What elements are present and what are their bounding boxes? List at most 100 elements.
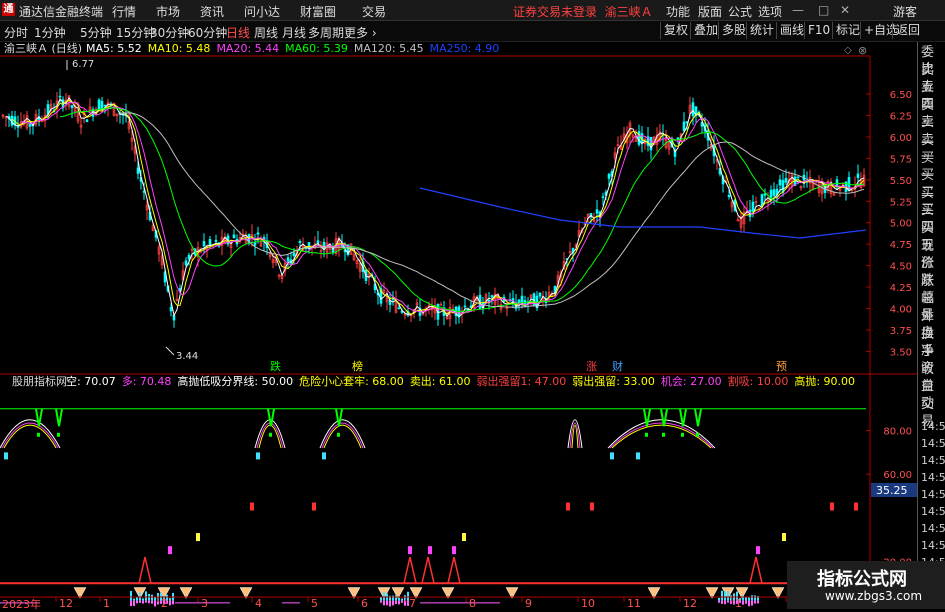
btn-mark[interactable]: 标记 — [832, 22, 860, 39]
menu-item-market[interactable]: 行情 — [112, 3, 136, 20]
btn-f10[interactable]: F10 — [804, 22, 830, 39]
close-icon[interactable]: ✕ — [840, 3, 850, 17]
btn-multistock[interactable]: 多股 — [718, 22, 746, 39]
month-tick: 11 — [627, 597, 641, 609]
event-marker[interactable]: 预 — [776, 360, 787, 373]
tf-multi[interactable]: 多周期 — [308, 24, 344, 41]
menu-item-layout[interactable]: 版面 — [698, 3, 722, 20]
btn-overlay[interactable]: 叠加 — [690, 22, 718, 39]
tf-daily[interactable]: 日线 — [226, 24, 250, 41]
candle-body — [184, 260, 188, 266]
price-tick: 5.75 — [890, 154, 912, 165]
indicator-label: 弱出强留: 33.00 — [572, 374, 655, 388]
menu-item-options[interactable]: 选项 — [758, 3, 782, 20]
side-time: 14:56 — [921, 522, 945, 535]
btn-stats[interactable]: 统计 — [746, 22, 774, 39]
btn-rights[interactable]: 复权 — [660, 22, 688, 39]
candle-body — [490, 295, 494, 298]
ma-header: MA5: 5.52 MA10: 5.48 MA20: 5.44 MA60: 5.39 M… — [86, 42, 499, 55]
indicator-label: 高抛: 90.00 — [794, 374, 855, 388]
indicator-tick: 60.00 — [883, 470, 912, 481]
candle-body — [292, 252, 296, 257]
restore-icon[interactable]: □ — [818, 3, 829, 17]
tf-weekly[interactable]: 周线 — [254, 24, 278, 41]
price-tick: 6.50 — [890, 90, 912, 101]
candle-body — [232, 234, 236, 239]
event-markers[interactable]: 跌榜涨财预 — [270, 359, 787, 373]
tf-5min[interactable]: 5分钟 — [80, 24, 112, 41]
month-tick: 5 — [311, 597, 318, 609]
event-marker[interactable]: 财 — [612, 359, 623, 373]
candle-body — [253, 242, 257, 246]
candle-body — [463, 305, 467, 308]
candle-body — [856, 173, 860, 178]
event-marker[interactable]: 榜 — [352, 359, 363, 373]
candle-body — [103, 104, 107, 107]
month-tick: 7 — [409, 597, 416, 609]
menu-item-markets[interactable]: 市场 — [156, 3, 180, 20]
candle-body — [70, 105, 74, 109]
tf-monthly[interactable]: 月线 — [282, 24, 306, 41]
candle-body — [136, 167, 140, 174]
candle-body — [760, 194, 764, 207]
tf-60min[interactable]: 60分钟 — [188, 24, 227, 41]
close-panel-icon[interactable]: ⊗ — [858, 44, 867, 57]
candle-body — [397, 307, 401, 310]
month-tick: 6 — [361, 597, 368, 609]
candle-body — [682, 121, 686, 132]
value-badge-text: 35.25 — [876, 484, 908, 497]
indicator-label: 机会: 27.00 — [661, 374, 722, 388]
tf-more[interactable]: 更多 › — [344, 24, 377, 41]
candle-body — [772, 189, 776, 196]
candle-body — [601, 196, 605, 198]
price-tick: 6.00 — [890, 133, 912, 144]
candle-body — [256, 232, 260, 235]
menu-item-wealth[interactable]: 财富圈 — [300, 3, 336, 20]
month-tick: 4 — [255, 597, 262, 609]
candle-body — [298, 241, 302, 243]
price-tick: 5.00 — [890, 219, 912, 230]
month-tick: 12 — [683, 597, 697, 609]
month-tick: 8 — [469, 597, 476, 609]
month-tick: 1 — [103, 597, 110, 609]
collapse-icon[interactable]: ◇ — [844, 45, 852, 56]
menu-bar: 通 通达信金融终端 行情 市场 资讯 问小达 财富圈 交易 证券交易未登录 渝三… — [0, 0, 945, 21]
minimize-icon[interactable]: — — [792, 3, 804, 17]
ma250-line — [419, 187, 867, 239]
tf-1min[interactable]: 1分钟 — [34, 24, 66, 41]
menu-item-news[interactable]: 资讯 — [200, 3, 224, 20]
main-title: 渝三峡Ａ (日线) — [4, 42, 82, 55]
menu-item-function[interactable]: 功能 — [666, 3, 690, 20]
quote-side-panel: 委比 卖五 卖四 卖三 卖二 卖一 买一 买二 买三 买四 买五 现价 涨跌 涨幅 总量 外盘 换手 净资 收益 自动… — [917, 42, 945, 609]
candle-body — [778, 179, 782, 186]
menu-item-ask[interactable]: 问小达 — [244, 3, 280, 20]
price-tick: 5.50 — [890, 176, 912, 187]
side-time: 14:55 — [921, 454, 945, 467]
ma-label: MA20: 5.44 — [216, 42, 279, 55]
indicator-label: 空: 70.07 — [66, 374, 116, 388]
kline-chart[interactable]: 渝三峡Ａ (日线) MA5: 5.52 MA10: 5.48 MA20: 5.44 M… — [0, 42, 917, 609]
side-time: 14:55 — [921, 420, 945, 433]
price-tick: 3.50 — [890, 347, 912, 358]
indicator-axis: 80.0060.0020.0035.25 — [866, 427, 917, 568]
menu-item-trade[interactable]: 交易 — [362, 3, 386, 20]
ma-label: MA250: 4.90 — [430, 42, 500, 55]
btn-back[interactable]: 返回 — [892, 22, 920, 39]
login-warning[interactable]: 证券交易未登录 渝三峡Ａ — [513, 3, 653, 20]
event-marker[interactable]: 涨 — [586, 360, 597, 373]
btn-draw[interactable]: 画线 — [776, 22, 804, 39]
indicator-series — [0, 408, 866, 607]
guest-button[interactable]: 游客 — [893, 3, 917, 20]
price-tick: 6.25 — [890, 111, 912, 122]
month-tick: 10 — [581, 597, 595, 609]
event-marker[interactable]: 跌 — [270, 359, 281, 373]
month-tick: 12 — [59, 597, 73, 609]
tf-intraday[interactable]: 分时 — [4, 24, 28, 41]
price-tick: 5.25 — [890, 197, 912, 208]
menu-item-formula[interactable]: 公式 — [728, 3, 752, 20]
tf-30min[interactable]: 30分钟 — [150, 24, 189, 41]
side-time: 14:56 — [921, 505, 945, 518]
candle-body — [796, 176, 800, 179]
ma-label: MA120: 5.45 — [354, 42, 424, 55]
candle-body — [169, 307, 173, 312]
